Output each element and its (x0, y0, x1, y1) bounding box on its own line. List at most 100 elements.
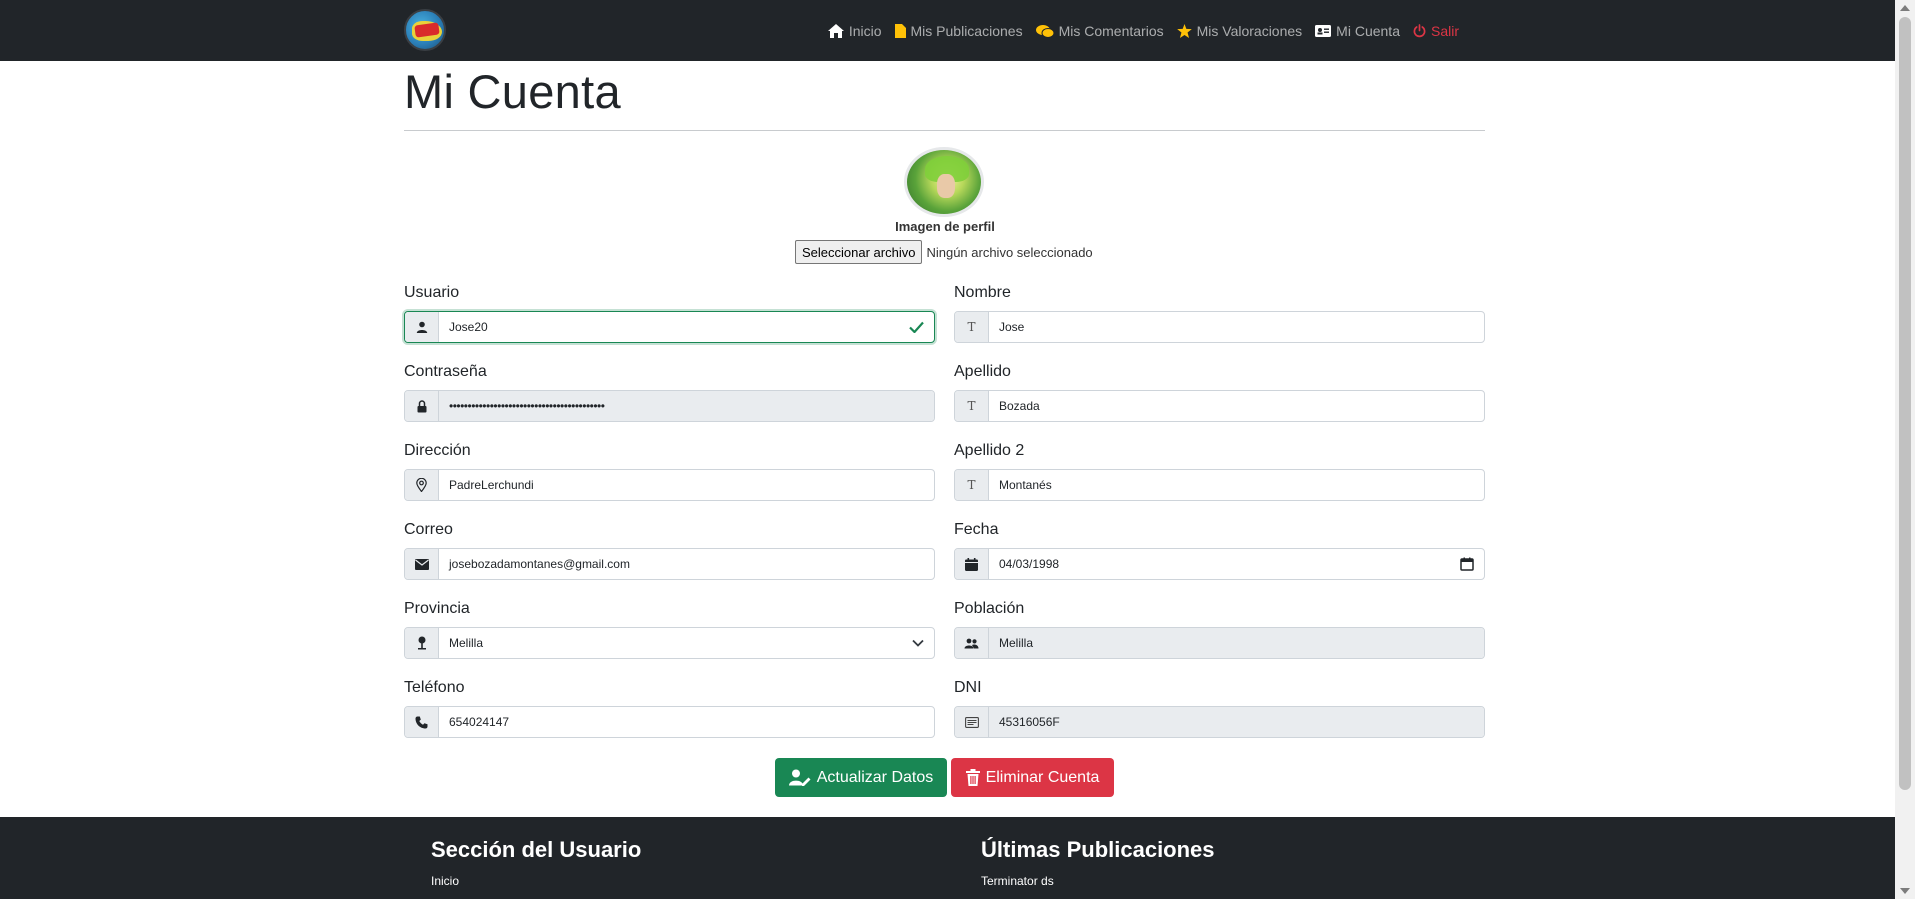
vertical-scrollbar[interactable] (1895, 0, 1915, 899)
usuario-value: Jose20 (449, 320, 488, 334)
scroll-thumb[interactable] (1899, 17, 1911, 790)
apellido-label: Apellido (954, 363, 1011, 380)
telefono-label: Teléfono (404, 679, 465, 696)
field-apellido2: Apellido 2 T Montanés (954, 442, 1485, 501)
navbar: Inicio Mis Publicaciones Mis Comentarios… (0, 0, 1895, 61)
nombre-value: Jose (999, 320, 1025, 334)
nav-mis-valoraciones-label: Mis Valoraciones (1196, 22, 1303, 39)
site-logo[interactable] (404, 9, 446, 51)
checkmark-icon (909, 321, 924, 333)
fecha-label: Fecha (954, 521, 999, 538)
file-input: Seleccionar archivo Ningún archivo selec… (795, 240, 1093, 264)
usuario-input[interactable]: Jose20 (439, 312, 934, 342)
field-usuario: Usuario Jose20 (404, 284, 935, 343)
field-contrasena: Contraseña •••••••••••••••••••••••••••••… (404, 363, 935, 422)
envelope-icon (405, 549, 439, 579)
file-status: Ningún archivo seleccionado (926, 244, 1093, 260)
usuario-label: Usuario (404, 284, 460, 301)
field-fecha: Fecha 04/03/1998 (954, 521, 1485, 580)
scroll-up-arrow[interactable] (1900, 5, 1910, 11)
page-title: Mi Cuenta (404, 65, 621, 118)
apellido2-input[interactable]: Montanés (989, 470, 1484, 500)
field-telefono: Teléfono 654024147 (404, 679, 935, 738)
people-icon (955, 628, 989, 658)
nav-inicio[interactable]: Inicio (827, 22, 882, 39)
provincia-select[interactable]: Melilla (439, 628, 934, 658)
select-file-button[interactable]: Seleccionar archivo (795, 240, 923, 264)
direccion-label: Dirección (404, 442, 471, 459)
dni-value: 45316056F (999, 715, 1060, 729)
nav-salir-label: Salir (1430, 22, 1459, 39)
text-icon-glyph: T (967, 478, 976, 492)
poblacion-value: Melilla (999, 636, 1034, 650)
field-apellido: Apellido T Bozada (954, 363, 1485, 422)
pin-icon (405, 628, 439, 658)
field-provincia: Provincia Melilla (404, 600, 935, 659)
direccion-input[interactable]: PadreLerchundi (439, 470, 934, 500)
apellido-value: Bozada (999, 399, 1040, 413)
date-picker-icon[interactable] (1460, 557, 1474, 571)
star-icon (1176, 23, 1192, 38)
nombre-label: Nombre (954, 284, 1011, 301)
update-data-label: Actualizar Datos (816, 768, 934, 786)
apellido2-label: Apellido 2 (954, 442, 1025, 459)
footer-latest-item[interactable]: Terminator ds (981, 874, 1054, 888)
nav-mis-comentarios-label: Mis Comentarios (1058, 22, 1164, 39)
contrasena-input[interactable]: ••••••••••••••••••••••••••••••••••••••••… (439, 391, 934, 421)
nav-inicio-label: Inicio (848, 22, 882, 39)
dni-input[interactable]: 45316056F (989, 707, 1484, 737)
field-dni: DNI 45316056F (954, 679, 1485, 738)
title-divider (404, 130, 1485, 131)
telefono-input[interactable]: 654024147 (439, 707, 934, 737)
apellido2-value: Montanés (999, 478, 1052, 492)
contrasena-label: Contraseña (404, 363, 487, 380)
id-card-icon (1315, 24, 1332, 37)
nombre-input[interactable]: Jose (989, 312, 1484, 342)
apellido-input[interactable]: Bozada (989, 391, 1484, 421)
person-icon (405, 312, 439, 342)
correo-input[interactable]: josebozadamontanes@gmail.com (439, 549, 934, 579)
chat-icon (1035, 24, 1054, 38)
profile-image-label: Imagen de perfil (895, 219, 995, 234)
poblacion-input[interactable]: Melilla (989, 628, 1484, 658)
footer-user-section-title: Sección del Usuario (431, 837, 642, 862)
contrasena-value: ••••••••••••••••••••••••••••••••••••••••… (449, 399, 605, 413)
calendar-icon (955, 549, 989, 579)
trash-icon (965, 769, 980, 786)
text-icon-glyph: T (967, 320, 976, 334)
delete-account-label: Eliminar Cuenta (985, 768, 1100, 786)
fecha-value: 04/03/1998 (999, 557, 1060, 571)
telefono-value: 654024147 (449, 715, 510, 729)
id-card-icon (955, 707, 989, 737)
chevron-down-icon (912, 639, 924, 647)
fecha-input[interactable]: 04/03/1998 (989, 549, 1484, 579)
nav-mis-publicaciones-label: Mis Publicaciones (910, 22, 1023, 39)
text-icon-glyph: T (967, 399, 976, 413)
nav-mi-cuenta[interactable]: Mi Cuenta (1315, 23, 1400, 39)
nav-salir[interactable]: Salir (1413, 23, 1459, 39)
power-icon (1413, 23, 1426, 37)
footer-latest-title: Últimas Publicaciones (981, 837, 1215, 862)
document-icon (894, 23, 906, 38)
footer: Sección del Usuario Inicio Últimas Publi… (0, 817, 1895, 899)
text-icon: T (955, 312, 989, 342)
footer-link-inicio[interactable]: Inicio (431, 874, 459, 888)
nav-links: Inicio Mis Publicaciones Mis Comentarios… (827, 0, 1459, 61)
home-icon (827, 23, 844, 38)
phone-icon (405, 707, 439, 737)
field-direccion: Dirección PadreLerchundi (404, 442, 935, 501)
nav-mis-comentarios[interactable]: Mis Comentarios (1035, 22, 1164, 39)
text-icon: T (955, 391, 989, 421)
text-icon: T (955, 470, 989, 500)
nav-mis-valoraciones[interactable]: Mis Valoraciones (1176, 22, 1303, 39)
nav-mis-publicaciones[interactable]: Mis Publicaciones (894, 22, 1023, 39)
lock-icon (405, 391, 439, 421)
provincia-value: Melilla (449, 636, 484, 650)
direccion-value: PadreLerchundi (449, 478, 534, 492)
correo-value: josebozadamontanes@gmail.com (449, 557, 630, 571)
update-data-button[interactable]: Actualizar Datos (775, 758, 947, 797)
user-edit-icon (788, 769, 811, 786)
scroll-down-arrow[interactable] (1900, 888, 1910, 894)
delete-account-button[interactable]: Eliminar Cuenta (951, 758, 1114, 797)
correo-label: Correo (404, 521, 453, 538)
